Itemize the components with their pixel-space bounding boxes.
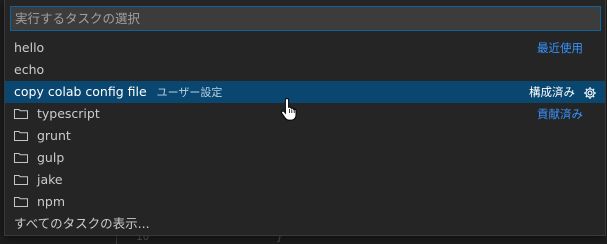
task-label: echo: [14, 62, 45, 77]
task-row-copy-colab-config-file[interactable]: copy colab config file ユーザー設定 構成済み: [5, 81, 605, 103]
task-label: typescript: [36, 106, 100, 121]
task-label: hello: [14, 40, 45, 55]
task-label: すべてのタスクの表示...: [14, 216, 150, 231]
recently-used-badge: 最近使用: [537, 41, 583, 55]
task-row-npm[interactable]: npm: [5, 191, 605, 213]
folder-icon: [14, 130, 28, 141]
folder-icon: [14, 174, 28, 185]
task-label: gulp: [36, 150, 65, 165]
task-row-jake[interactable]: jake: [5, 169, 605, 191]
task-description: ユーザー設定: [156, 86, 223, 99]
folder-icon: [14, 108, 28, 119]
task-row-hello[interactable]: hello 最近使用: [5, 37, 605, 59]
folder-icon: [14, 152, 28, 163]
quick-pick-widget: hello 最近使用 echo copy colab config file ユ…: [4, 0, 606, 236]
gear-icon[interactable]: [583, 85, 597, 99]
task-label: jake: [36, 172, 63, 187]
task-label: copy colab config file: [14, 84, 147, 99]
configured-badge: 構成済み: [529, 85, 575, 99]
contributed-badge: 貢献済み: [537, 107, 583, 121]
task-row-show-all[interactable]: すべてのタスクの表示...: [5, 213, 605, 235]
task-row-gulp[interactable]: gulp: [5, 147, 605, 169]
folder-icon: [14, 196, 28, 207]
task-label: grunt: [36, 128, 71, 143]
task-row-echo[interactable]: echo: [5, 59, 605, 81]
task-list: hello 最近使用 echo copy colab config file ユ…: [5, 37, 605, 235]
search-box[interactable]: [10, 6, 601, 31]
task-row-typescript[interactable]: typescript 貢献済み: [5, 103, 605, 125]
task-search-input[interactable]: [11, 7, 600, 30]
task-row-grunt[interactable]: grunt: [5, 125, 605, 147]
task-label: npm: [36, 194, 66, 209]
hand-pointer-icon: [281, 97, 301, 121]
